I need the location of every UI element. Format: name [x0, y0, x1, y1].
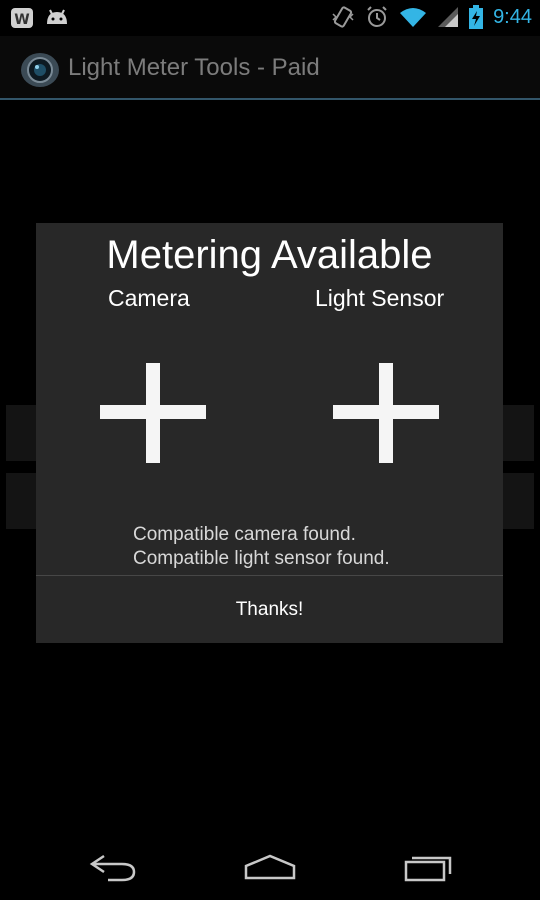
- status-bar: W 9:44: [0, 0, 540, 36]
- status-time: 9:44: [493, 5, 532, 28]
- home-icon[interactable]: [240, 848, 300, 888]
- action-bar: Light Meter Tools - Paid: [0, 36, 540, 100]
- recent-apps-icon[interactable]: [398, 848, 458, 888]
- metering-dialog: Metering Available Camera Light Sensor C…: [36, 223, 503, 643]
- camera-message: Compatible camera found.: [133, 524, 356, 545]
- light-sensor-label: Light Sensor: [315, 285, 445, 311]
- camera-plus-icon: [100, 363, 206, 463]
- svg-text:W: W: [14, 12, 29, 28]
- android-notification-icon: [47, 9, 67, 24]
- navigation-bar: [0, 830, 540, 900]
- battery-charging-icon: [469, 5, 484, 29]
- app-title: Light Meter Tools - Paid: [68, 54, 320, 81]
- background-list-item: [503, 405, 534, 461]
- vibrate-icon: [332, 6, 354, 28]
- compatibility-messages: Compatible camera found. Compatible ligh…: [133, 523, 390, 571]
- wifi-icon: [400, 8, 427, 27]
- background-list-item: [6, 473, 36, 529]
- signal-icon: [438, 7, 459, 27]
- camera-label: Camera: [108, 285, 190, 311]
- dialog-title: Metering Available: [106, 233, 433, 277]
- background-list-item: [503, 473, 534, 529]
- thanks-button[interactable]: Thanks!: [36, 576, 503, 643]
- camera-lens-icon[interactable]: [18, 48, 60, 90]
- light-sensor-message: Compatible light sensor found.: [133, 548, 390, 569]
- back-icon[interactable]: [82, 848, 142, 888]
- background-list-item: [6, 405, 36, 461]
- w-app-notification-icon: W: [11, 8, 33, 28]
- alarm-icon: [367, 6, 387, 27]
- light-sensor-plus-icon: [333, 363, 439, 463]
